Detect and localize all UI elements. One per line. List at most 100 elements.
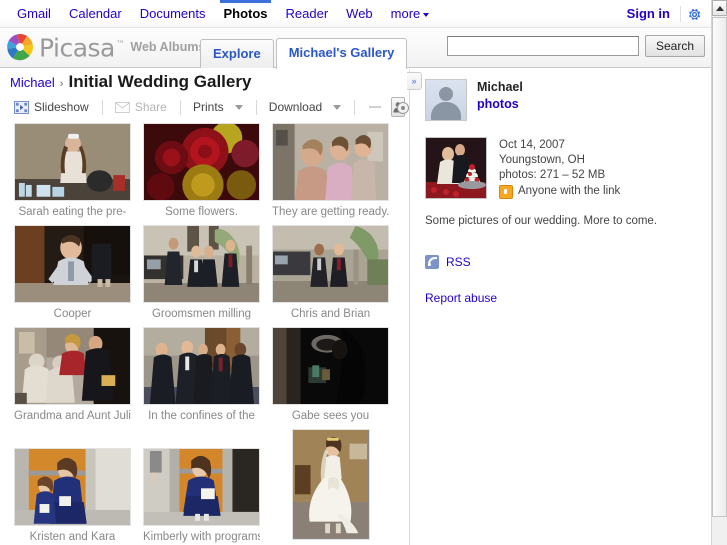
photo-art-kristen [15, 449, 130, 525]
photo-art-confines [144, 328, 259, 404]
photo-cell[interactable]: In the confines of the [143, 327, 260, 423]
picasa-logo[interactable]: Picasa™ Web Albums [6, 32, 205, 61]
report-abuse-link[interactable]: Report abuse [425, 291, 497, 305]
nav-link-reader[interactable]: Reader [277, 0, 338, 28]
photo-art-flowers [144, 124, 259, 200]
album-date: Oct 14, 2007 [499, 139, 565, 151]
search-input[interactable] [446, 36, 639, 56]
main-content: Michael › Initial Wedding Gallery Slides… [0, 69, 711, 545]
album-metadata: Oct 14, 2007 Youngstown, OH photos: 271 … [499, 137, 620, 199]
owner-name: Michael [477, 80, 523, 94]
photo-cell[interactable]: Grandma and Aunt Julie [14, 327, 131, 423]
download-menu[interactable]: Download [265, 99, 345, 115]
search-area: Search [446, 35, 705, 57]
prints-label: Prints [192, 100, 224, 114]
prints-menu[interactable]: Prints [189, 99, 247, 115]
google-nav-links: Gmail Calendar Documents Photos Reader W… [8, 0, 438, 28]
photo-thumbnail[interactable] [272, 123, 389, 201]
chevron-down-icon [234, 104, 243, 110]
gear-icon[interactable] [681, 3, 707, 25]
photo-cell[interactable]: Kimberly with programs [143, 448, 260, 544]
photo-thumbnail[interactable] [14, 123, 131, 201]
tab-michaels-gallery[interactable]: Michael's Gallery [275, 38, 408, 69]
photo-grid-row: Grandma and Aunt Julie In the confines o… [14, 327, 409, 423]
photo-cell[interactable] [272, 429, 389, 544]
breadcrumb-owner-link[interactable]: Michael [10, 75, 55, 90]
sidebar-collapse-button[interactable]: » [407, 72, 422, 90]
tab-explore[interactable]: Explore [200, 39, 274, 68]
nav-link-photos[interactable]: Photos [214, 0, 276, 28]
album-location: Youngstown, OH [499, 154, 585, 166]
photo-thumbnail[interactable] [143, 123, 260, 201]
breadcrumb: Michael › Initial Wedding Gallery [10, 72, 251, 92]
photo-cell[interactable]: Gabe sees you [272, 327, 389, 423]
nav-link-gmail[interactable]: Gmail [8, 0, 60, 28]
photo-cell[interactable]: Cooper [14, 225, 131, 321]
picasa-wordmark-text: Picasa [39, 33, 115, 63]
photo-art-cooper [15, 226, 130, 302]
photo-thumbnail[interactable] [272, 327, 389, 405]
owner-row: Michael photos [425, 79, 711, 121]
photo-cell[interactable]: Groomsmen milling [143, 225, 260, 321]
photo-art-gabe [273, 328, 388, 404]
photo-cell[interactable]: They are getting ready. [272, 123, 389, 219]
album-description: Some pictures of our wedding. More to co… [425, 215, 658, 227]
download-label: Download [268, 100, 323, 114]
nav-link-calendar[interactable]: Calendar [60, 0, 131, 28]
slideshow-icon [14, 100, 29, 114]
avatar[interactable] [425, 79, 467, 121]
scrollbar-thumb[interactable] [712, 17, 727, 517]
nav-link-documents[interactable]: Documents [131, 0, 215, 28]
album-cover-thumbnail[interactable] [425, 137, 487, 199]
rss-link[interactable]: RSS [425, 255, 711, 269]
scroll-up-button[interactable] [712, 0, 727, 16]
photo-cell[interactable]: Sarah eating the pre- [14, 123, 131, 219]
photo-thumbnail[interactable] [143, 327, 260, 405]
slideshow-button[interactable]: Slideshow [10, 99, 93, 115]
photo-thumbnail[interactable] [14, 448, 131, 526]
owner-photos-link[interactable]: photos [477, 96, 523, 113]
photo-grid-row: Cooper Groomsmen milling Chris and Brian [14, 225, 409, 321]
photo-thumbnail[interactable] [291, 429, 370, 540]
photo-thumbnail[interactable] [272, 225, 389, 303]
album-info-sidebar: Michael photos Oct 14, 2007 Youngstown, … [411, 69, 711, 545]
photo-cell[interactable]: Some flowers. [143, 123, 260, 219]
search-button[interactable]: Search [644, 35, 705, 57]
photo-caption: Gabe sees you [291, 410, 370, 422]
photo-thumbnail[interactable] [143, 225, 260, 303]
share-button[interactable]: Share [111, 99, 171, 115]
photo-grid: Sarah eating the pre- Some flowers. They… [0, 123, 409, 545]
share-label: Share [134, 100, 167, 114]
vertical-scrollbar[interactable] [711, 0, 727, 545]
photo-art-sarah [15, 124, 130, 200]
nav-more-menu[interactable]: more [382, 0, 439, 28]
photo-thumbnail[interactable] [143, 448, 260, 526]
photo-caption: In the confines of the [148, 410, 255, 422]
photo-caption: Sarah eating the pre- [18, 206, 127, 218]
slider-handle[interactable] [397, 102, 409, 114]
photo-cell[interactable]: Kristen and Kara [14, 448, 131, 544]
photo-grid-row: Sarah eating the pre- Some flowers. They… [14, 123, 409, 219]
slideshow-label: Slideshow [34, 100, 89, 114]
photo-cell[interactable]: Chris and Brian [272, 225, 389, 321]
album-summary-row: Oct 14, 2007 Youngstown, OH photos: 271 … [425, 137, 711, 199]
breadcrumb-separator: › [59, 78, 64, 90]
avatar-body [431, 102, 461, 120]
sidebar-divider [409, 69, 410, 545]
slider-track [369, 106, 381, 108]
album-stats: photos: 271 – 52 MB [499, 169, 606, 181]
trademark-symbol: ™ [115, 40, 125, 50]
photo-art-groomsmen [144, 226, 259, 302]
photo-art-grandma [15, 328, 130, 404]
chevron-down-icon [423, 12, 430, 17]
page-title: Initial Wedding Gallery [68, 72, 252, 91]
sign-in-link[interactable]: Sign in [627, 6, 681, 22]
rss-icon [425, 255, 439, 269]
album-column: Michael › Initial Wedding Gallery Slides… [0, 69, 409, 545]
thumbnail-size-slider[interactable] [369, 100, 409, 114]
nav-link-web[interactable]: Web [337, 0, 382, 28]
photo-thumbnail[interactable] [14, 327, 131, 405]
photo-thumbnail[interactable] [14, 225, 131, 303]
photo-caption: They are getting ready. [272, 206, 389, 218]
photo-art-chrisbrian [273, 226, 388, 302]
